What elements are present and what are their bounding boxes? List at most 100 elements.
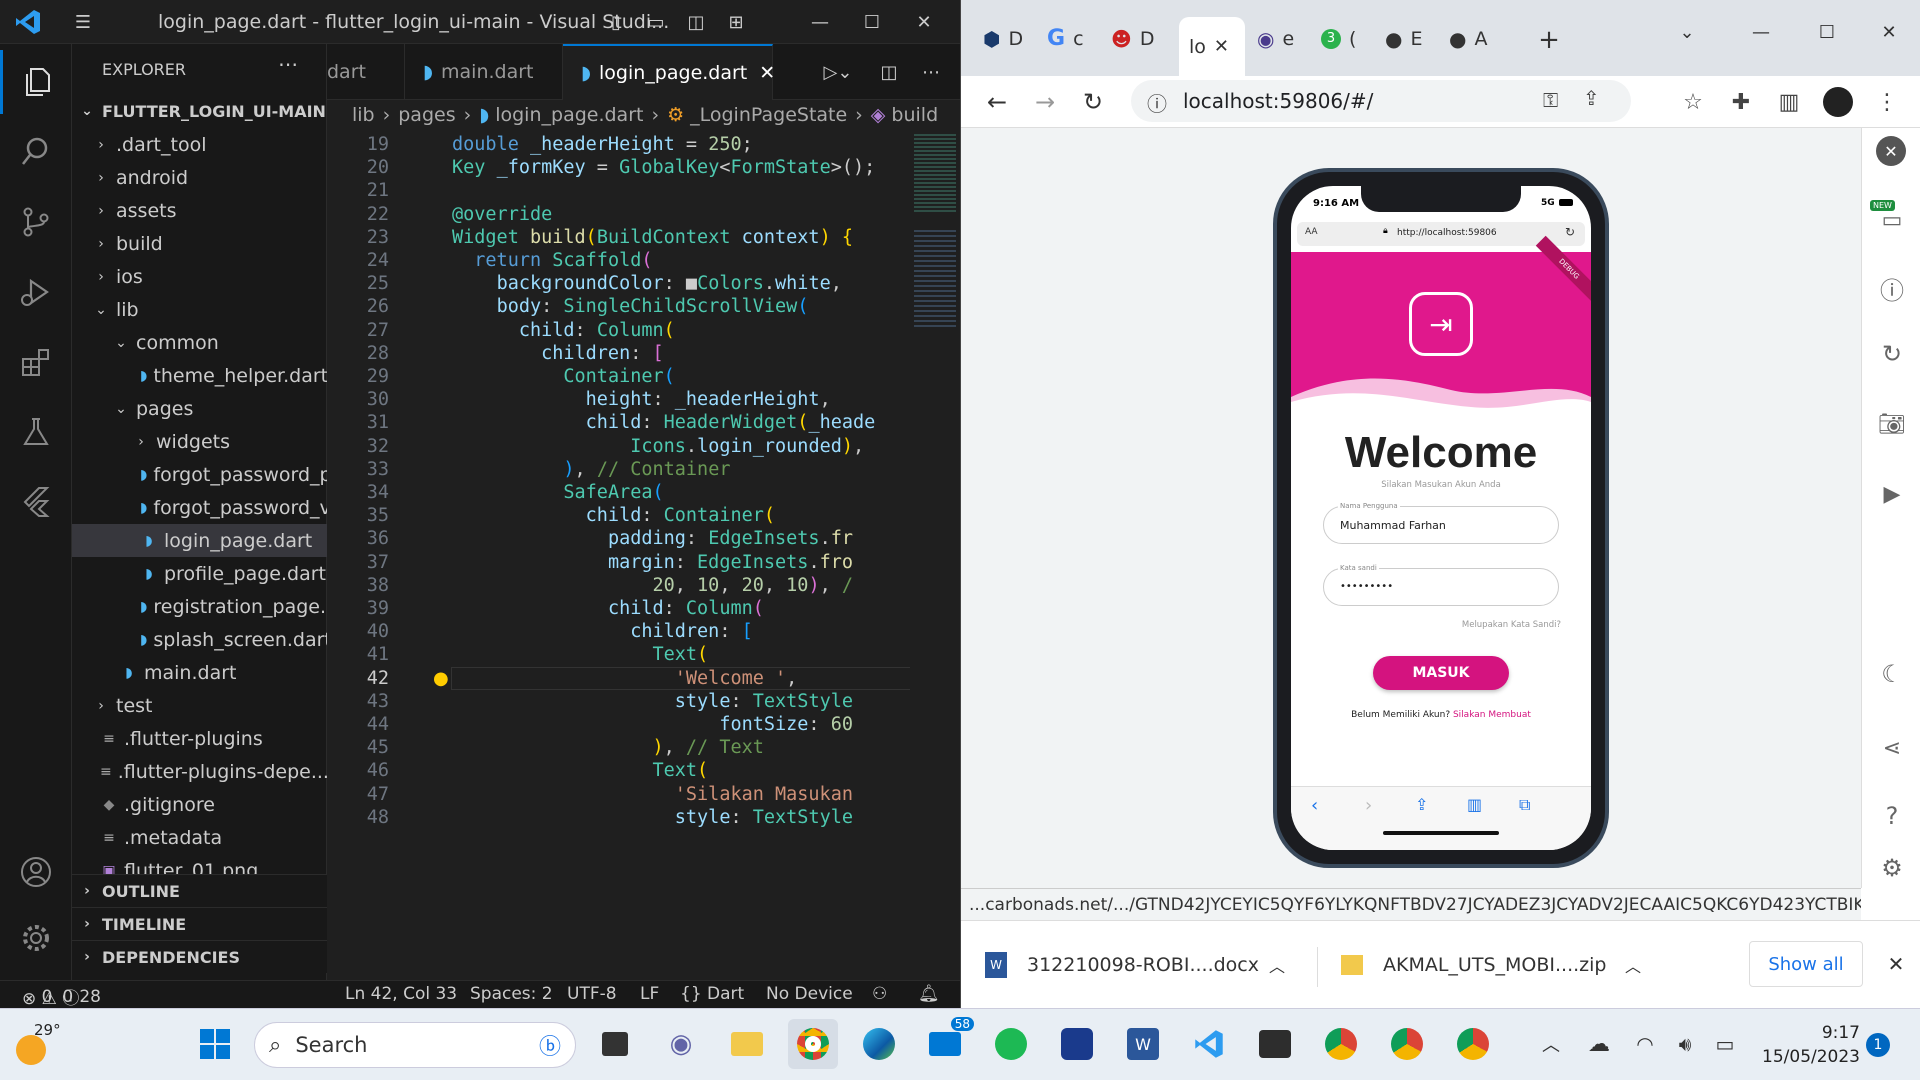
minimap[interactable]: [910, 130, 960, 980]
lightbulb-icon[interactable]: ●: [433, 668, 449, 689]
safari-back-icon[interactable]: ‹: [1311, 795, 1318, 816]
device-selector[interactable]: No Device: [766, 984, 853, 1004]
code-editor[interactable]: 19 double _headerHeight = 250; 20 Key _form…: [327, 130, 960, 980]
browser-tab[interactable]: ● E: [1385, 17, 1435, 60]
tab-login-page-dart[interactable]: ◗ login_page.dart ✕: [563, 44, 775, 100]
minimize-icon[interactable]: —: [800, 8, 840, 36]
show-all-button[interactable]: Show all: [1749, 941, 1863, 987]
more-actions-icon[interactable]: ⋯: [278, 52, 298, 76]
reader-aa[interactable]: AA: [1305, 227, 1318, 237]
app-icon[interactable]: [1052, 1019, 1102, 1069]
accounts-icon[interactable]: [0, 840, 72, 904]
chrome-icon[interactable]: [1316, 1019, 1366, 1069]
notifications-bell-icon[interactable]: 🔔︎: [918, 984, 940, 1004]
maximize-icon[interactable]: ☐: [852, 8, 892, 36]
register-link[interactable]: Silakan Membuat: [1453, 710, 1531, 720]
flutter-icon[interactable]: [0, 470, 72, 534]
safari-tabs-icon[interactable]: ⧉: [1519, 795, 1530, 815]
editor-more-icon[interactable]: ⋯: [917, 58, 945, 86]
tree-item[interactable]: ⌄ pages: [72, 392, 327, 425]
tree-item[interactable]: ◗ forgot_password_p...: [72, 458, 327, 491]
minimize-icon[interactable]: —: [1741, 14, 1781, 50]
indentation[interactable]: Spaces: 2: [470, 984, 553, 1004]
reload-icon[interactable]: ↻: [1077, 86, 1109, 118]
encoding[interactable]: UTF-8: [567, 984, 617, 1004]
tree-item[interactable]: ◗ splash_screen.dart: [72, 623, 327, 656]
close-window-icon[interactable]: ✕: [1869, 14, 1909, 50]
chrome-icon[interactable]: [788, 1019, 838, 1069]
maximize-icon[interactable]: ☐: [1807, 14, 1847, 50]
toggle-sidebar-icon[interactable]: ▯: [602, 8, 630, 36]
word-icon[interactable]: W: [1118, 1019, 1168, 1069]
new-tab-icon[interactable]: +: [1531, 22, 1567, 58]
chrome-menu-icon[interactable]: ⋮: [1871, 86, 1903, 118]
tree-item[interactable]: ◗ forgot_password_v...: [72, 491, 327, 524]
settings-gear-icon[interactable]: [0, 906, 72, 970]
tree-item[interactable]: ◗ main.dart: [72, 656, 327, 689]
profile-avatar[interactable]: [1823, 87, 1853, 117]
dependencies-section[interactable]: › DEPENDENCIES: [72, 940, 327, 973]
project-header[interactable]: ⌄ FLUTTER_LOGIN_UI-MAIN: [72, 96, 327, 126]
toggle-panel-icon[interactable]: ▭: [642, 8, 670, 36]
help-icon[interactable]: ?: [1876, 800, 1908, 832]
explorer-icon[interactable]: [0, 50, 72, 114]
tree-item[interactable]: › ios: [72, 260, 327, 293]
notification-badge[interactable]: 1: [1866, 1033, 1890, 1057]
tree-item[interactable]: ≡ .flutter-plugins: [72, 722, 327, 755]
accounts-icon[interactable]: ⚇: [872, 984, 887, 1004]
chevron-up-icon[interactable]: ︿: [1625, 953, 1641, 977]
tree-item[interactable]: › build: [72, 227, 327, 260]
tree-item[interactable]: › widgets: [72, 425, 327, 458]
browser-tab-active[interactable]: lo ✕: [1179, 17, 1245, 76]
toggle-secondary-sidebar-icon[interactable]: ◫: [682, 8, 710, 36]
extensions-puzzle-icon[interactable]: ✚: [1725, 86, 1757, 118]
outline-section[interactable]: › OUTLINE: [72, 874, 327, 907]
weather-widget[interactable]: 29°: [16, 1021, 66, 1069]
breadcrumb-item[interactable]: login_page.dart: [495, 104, 643, 126]
spotify-icon[interactable]: [986, 1019, 1036, 1069]
tree-item[interactable]: › android: [72, 161, 327, 194]
password-key-icon[interactable]: ⚿: [1543, 88, 1558, 112]
timeline-section[interactable]: › TIMELINE: [72, 907, 327, 940]
password-field[interactable]: Kata sandi •••••••••: [1323, 564, 1559, 606]
breadcrumb-item[interactable]: build: [891, 104, 938, 126]
tree-item[interactable]: ≡ .metadata: [72, 821, 327, 854]
search-icon[interactable]: [0, 120, 72, 184]
tree-item[interactable]: ◗ registration_page....: [72, 590, 327, 623]
tree-item[interactable]: ⌄ lib: [72, 293, 327, 326]
windows-start-icon[interactable]: [190, 1019, 240, 1069]
rotate-icon[interactable]: ↻: [1876, 338, 1908, 370]
tree-item[interactable]: › assets: [72, 194, 327, 227]
screenshot-camera-icon[interactable]: 📷︎: [1876, 408, 1908, 440]
safari-bookmarks-icon[interactable]: ▥: [1467, 795, 1482, 814]
run-icon[interactable]: ▷⌄: [815, 58, 861, 86]
tree-item[interactable]: ◆ .gitignore: [72, 788, 327, 821]
download-item[interactable]: W 312210098-ROBI....docx ︿: [985, 941, 1285, 989]
customize-layout-icon[interactable]: ⊞: [722, 8, 750, 36]
safari-share-icon[interactable]: ⇪: [1415, 795, 1428, 814]
tree-item[interactable]: ◗ profile_page.dart: [72, 557, 327, 590]
tab-main-dart[interactable]: ◗ main.dart: [405, 44, 563, 100]
close-tab-icon[interactable]: ✕: [1214, 36, 1229, 57]
dark-mode-icon[interactable]: ☾: [1876, 658, 1908, 690]
browser-tab[interactable]: Gc: [1047, 17, 1097, 60]
settings-gear-icon[interactable]: ⚙: [1876, 852, 1908, 884]
problems-status[interactable]: ⊗ 0 ⚠ 0 ⓘ 28: [22, 984, 101, 1008]
tab-search-icon[interactable]: ⌄: [1669, 14, 1705, 50]
login-button[interactable]: MASUK: [1373, 656, 1509, 690]
safari-forward-icon[interactable]: ›: [1365, 795, 1372, 816]
cursor-position[interactable]: Ln 42, Col 33: [345, 984, 457, 1004]
info-icon[interactable]: ⓘ: [1876, 272, 1908, 305]
tree-item[interactable]: › .dart_tool: [72, 128, 327, 161]
browser-tab[interactable]: 3(: [1321, 17, 1371, 60]
browser-tab[interactable]: ◉ e: [1257, 17, 1307, 60]
language-mode[interactable]: {} Dart: [680, 984, 744, 1004]
terminal-icon[interactable]: [1250, 1019, 1300, 1069]
close-panel-icon[interactable]: ✕: [1876, 136, 1906, 166]
close-icon[interactable]: ✕: [904, 8, 944, 36]
battery-icon[interactable]: ▭: [1700, 1019, 1750, 1069]
tree-item[interactable]: ⌄ common: [72, 326, 327, 359]
edge-icon[interactable]: [854, 1019, 904, 1069]
chrome-icon[interactable]: [1448, 1019, 1498, 1069]
record-video-icon[interactable]: ▶: [1876, 478, 1908, 510]
